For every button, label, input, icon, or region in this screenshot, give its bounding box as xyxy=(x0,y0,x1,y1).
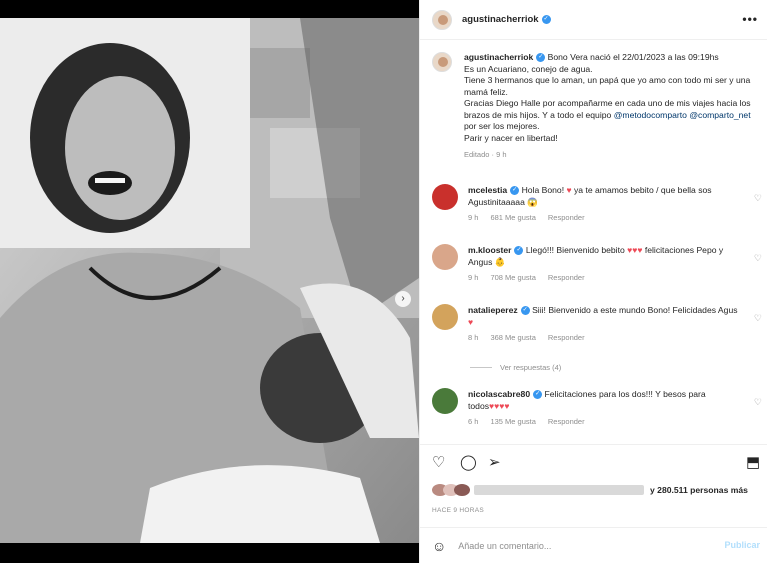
publish-button[interactable]: Publicar xyxy=(724,540,760,550)
post-header: agustinacherriok ✓ ••• xyxy=(420,0,767,40)
verified-badge-icon: ✓ xyxy=(541,15,551,24)
comment-likes[interactable]: 135 Me gusta xyxy=(490,417,535,426)
next-image-button[interactable]: › xyxy=(395,291,411,307)
like-comment-icon[interactable]: ♡ xyxy=(754,397,762,408)
likes-count[interactable]: y 280.511 personas más xyxy=(650,485,748,495)
like-comment-icon[interactable]: ♡ xyxy=(754,253,762,264)
caption-line: por ser los mejores. xyxy=(464,121,540,131)
post-actions: ♡ ◯ ➢ ⬒ xyxy=(420,444,767,480)
comment-text: Siii! Bienvenido a este mundo Bono! xyxy=(532,305,671,315)
comment-likes[interactable]: 681 Me gusta xyxy=(490,213,535,222)
author-username[interactable]: agustinacherriok xyxy=(462,14,539,25)
post-media[interactable]: › xyxy=(0,18,419,543)
reply-button[interactable]: Responder xyxy=(548,333,585,342)
comment-item: nicolascabre80 ✓ Felicitaciones para los … xyxy=(432,388,767,428)
like-comment-icon[interactable]: ♡ xyxy=(754,193,762,204)
caption-line: Parir y nacer en libertad! xyxy=(464,132,558,143)
comment-username[interactable]: natalieperez xyxy=(468,305,518,315)
heart-emoji-icon: ♥♥♥ xyxy=(627,245,643,255)
add-comment-bar: ☺ Publicar xyxy=(420,527,767,563)
caption-line: Bono Vera nació el 22/01/2023 a las 09:1… xyxy=(547,52,719,62)
comment-avatar[interactable] xyxy=(432,304,458,330)
comment-avatar[interactable] xyxy=(432,244,458,270)
post-viewer: › agustinacherriok ✓ ••• agustinacherrio… xyxy=(0,0,767,563)
heart-emoji-icon: ♥ xyxy=(468,317,474,327)
verified-badge-icon: ✓ xyxy=(533,390,543,400)
comment-time: 6 h xyxy=(468,417,479,426)
comment-likes[interactable]: 368 Me gusta xyxy=(490,333,535,342)
mention-link[interactable]: @metodocomparto xyxy=(614,110,687,120)
more-options-icon[interactable]: ••• xyxy=(742,12,758,26)
post-photo xyxy=(0,18,419,543)
save-bookmark-icon[interactable]: ⬒ xyxy=(746,455,760,470)
comment-text: Hola Bono! xyxy=(521,185,565,195)
comment-avatar[interactable] xyxy=(432,388,458,414)
caption-username[interactable]: agustinacherriok xyxy=(464,52,533,62)
comment-time: 8 h xyxy=(468,333,479,342)
caption-line: Es un Acuariano, conejo de agua. xyxy=(464,63,593,74)
post-sidebar: agustinacherriok ✓ ••• agustinacherriok ✓… xyxy=(419,0,767,563)
top-bar xyxy=(0,0,419,18)
view-replies-label[interactable]: Ver respuestas (4) xyxy=(500,363,561,372)
like-heart-icon[interactable]: ♡ xyxy=(432,455,445,470)
author-avatar[interactable] xyxy=(432,9,452,30)
comment-time: 9 h xyxy=(468,273,479,282)
verified-badge-icon: ✓ xyxy=(520,306,530,316)
replies-divider xyxy=(470,367,492,368)
emoji-picker-icon[interactable]: ☺ xyxy=(432,538,446,554)
caption-avatar[interactable] xyxy=(432,52,452,72)
comment-text: Llegó!!! Bienvenido bebito xyxy=(525,245,625,255)
comment-item: m.klooster ✓ Llegó!!! Bienvenido bebito ♥… xyxy=(432,244,767,284)
comment-username[interactable]: m.klooster xyxy=(468,245,511,255)
heart-emoji-icon: ♥♥♥♥ xyxy=(489,401,510,411)
comment-item: mcelestia ✓ Hola Bono! ♥ ya te amamos beb… xyxy=(432,184,767,224)
comment-bubble-icon[interactable]: ◯ xyxy=(460,455,477,470)
bottom-bar xyxy=(0,543,419,563)
heart-emoji-icon: ♥ xyxy=(566,185,572,195)
reply-button[interactable]: Responder xyxy=(548,273,585,282)
comment-likes[interactable]: 708 Me gusta xyxy=(490,273,535,282)
comment-username[interactable]: nicolascabre80 xyxy=(468,389,530,399)
verified-badge-icon: ✓ xyxy=(510,186,520,196)
post-caption: agustinacherriok ✓ Bono Vera nació el 22/… xyxy=(432,52,762,161)
comment-text: todos xyxy=(468,401,490,411)
blurred-liker-names xyxy=(474,485,644,495)
comment-item: natalieperez ✓ Siii! Bienvenido a este mu… xyxy=(432,304,767,344)
caption-line: Tiene 3 hermanos que lo aman, un papá qu… xyxy=(464,75,751,97)
verified-badge-icon: ✓ xyxy=(514,246,524,256)
comment-text: Felicidades Agus xyxy=(672,305,738,315)
liker-avatar xyxy=(454,484,470,496)
reply-button[interactable]: Responder xyxy=(548,417,585,426)
likes-summary[interactable]: y 280.511 personas más xyxy=(432,484,748,496)
like-comment-icon[interactable]: ♡ xyxy=(754,313,762,324)
reply-button[interactable]: Responder xyxy=(548,213,585,222)
share-paper-plane-icon[interactable]: ➢ xyxy=(488,455,501,470)
comment-avatar[interactable] xyxy=(432,184,458,210)
view-replies-button[interactable]: Ver respuestas (4) xyxy=(470,363,561,372)
caption-meta: Editado · 9 h xyxy=(464,150,507,159)
comment-username[interactable]: mcelestia xyxy=(468,185,507,195)
comment-time: 9 h xyxy=(468,213,479,222)
post-timestamp: HACE 9 HORAS xyxy=(432,507,485,514)
verified-badge-icon: ✓ xyxy=(536,53,546,63)
comment-input[interactable] xyxy=(458,540,699,551)
mention-link[interactable]: @comparto_net xyxy=(689,110,750,120)
comment-text: Felicitaciones para los dos!!! Y besos p… xyxy=(544,389,706,399)
